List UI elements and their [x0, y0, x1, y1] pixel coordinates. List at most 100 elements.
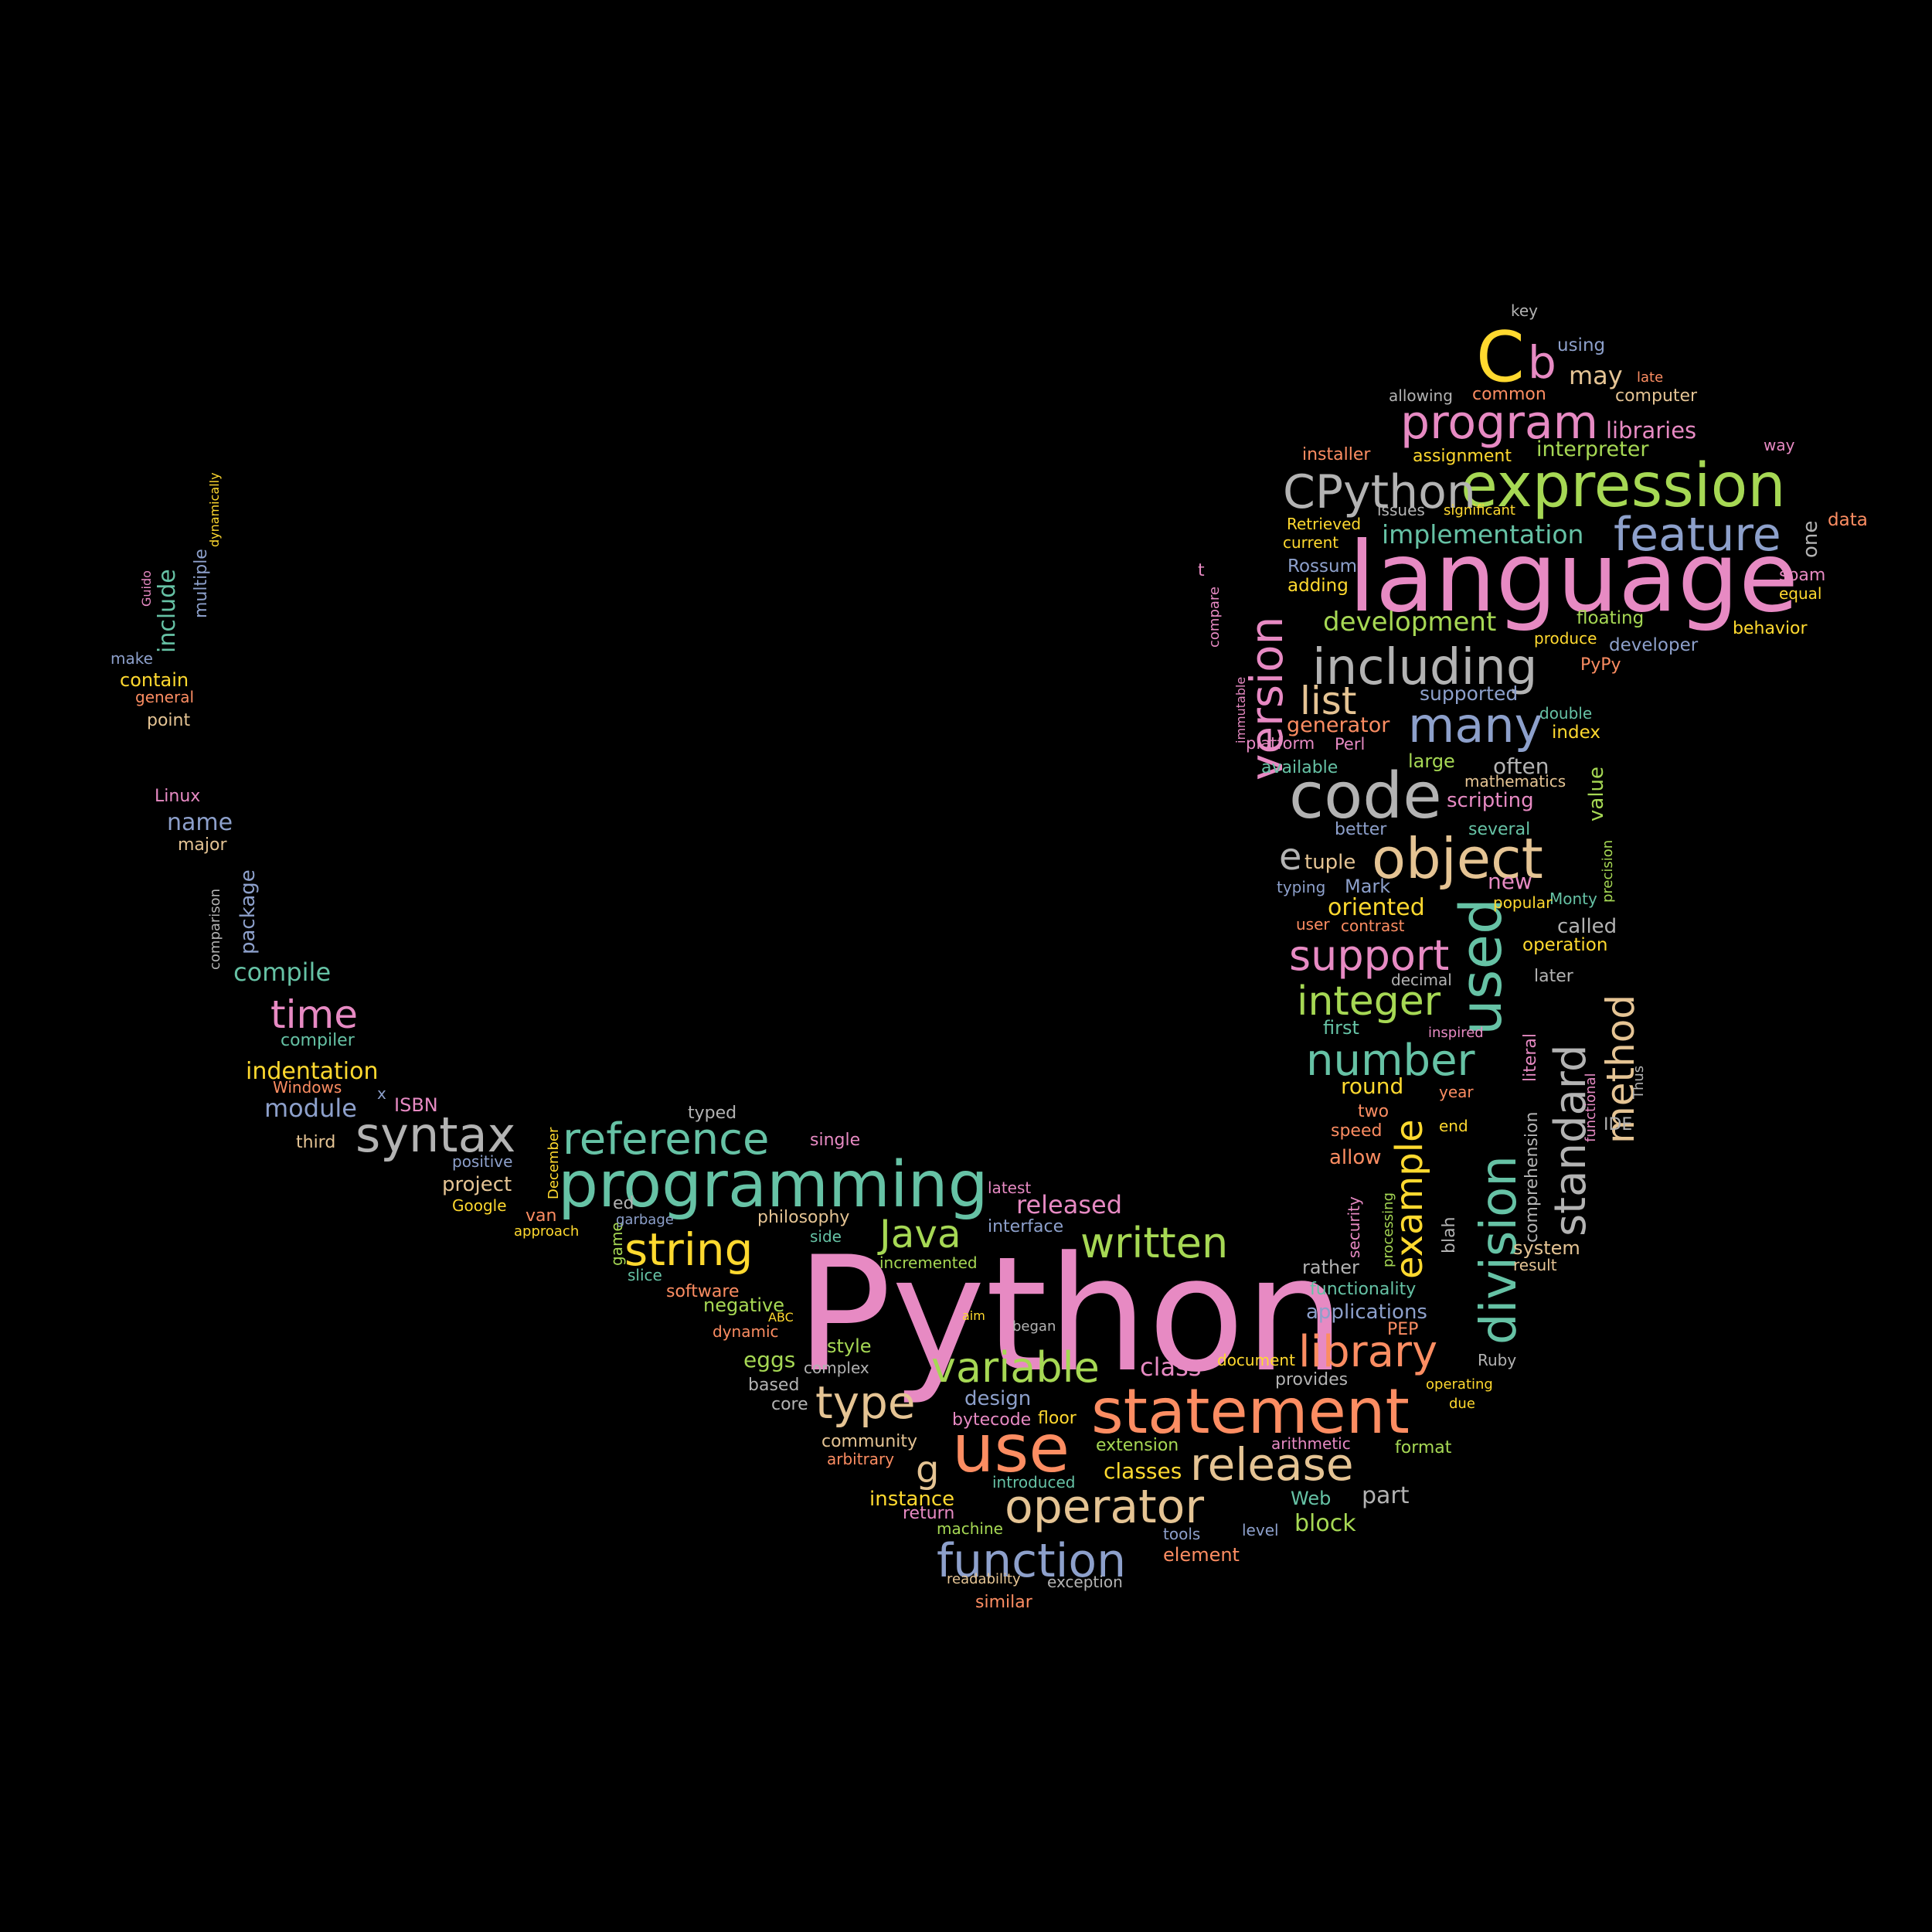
word-java: Java	[879, 1212, 961, 1257]
word-operation: operation	[1522, 935, 1608, 955]
word-behavior: behavior	[1733, 619, 1808, 638]
word-e: e	[1279, 835, 1302, 879]
word-end: end	[1439, 1117, 1468, 1135]
word-comprehension: comprehension	[1522, 1111, 1542, 1243]
word-design: design	[964, 1387, 1032, 1410]
word-functionality: functionality	[1310, 1280, 1417, 1299]
word-tuple: tuple	[1304, 851, 1356, 874]
word-developer: developer	[1609, 635, 1699, 655]
word-computer: computer	[1615, 386, 1698, 406]
word-linux: Linux	[155, 787, 201, 806]
word-project: project	[442, 1173, 512, 1196]
word-ed: ed	[613, 1194, 634, 1213]
word-variable: variable	[931, 1343, 1100, 1392]
word-cloud: Python language expression CPython Cb program…	[0, 0, 1932, 1932]
word-compile: compile	[233, 957, 332, 987]
word-slice: slice	[628, 1266, 662, 1284]
word-equal: equal	[1779, 584, 1822, 603]
word-system: system	[1513, 1237, 1580, 1259]
word-called: called	[1557, 915, 1617, 938]
word-written: written	[1080, 1219, 1229, 1267]
word-allow: allow	[1329, 1146, 1382, 1169]
word-major: major	[178, 835, 227, 855]
word-spam: spam	[1779, 566, 1826, 585]
word-guido: Guido	[139, 570, 154, 607]
word-thus: Thus	[1631, 1065, 1647, 1099]
word-precision: precision	[1600, 839, 1616, 903]
word-side: side	[810, 1227, 842, 1246]
word-incremented: incremented	[879, 1253, 978, 1272]
word-allowing: allowing	[1389, 386, 1453, 405]
word-rather: rather	[1302, 1257, 1359, 1278]
word-indentation: indentation	[246, 1058, 379, 1085]
word-current: current	[1283, 533, 1339, 552]
word-result: result	[1513, 1256, 1557, 1274]
word-module: module	[264, 1094, 357, 1123]
word-installer: installer	[1302, 445, 1371, 464]
word-speed: speed	[1331, 1121, 1383, 1141]
word-point: point	[147, 711, 191, 730]
word-scripting: scripting	[1447, 789, 1534, 812]
word-web: Web	[1291, 1488, 1332, 1509]
word-produce: produce	[1534, 629, 1597, 648]
word-class: class	[1140, 1352, 1202, 1382]
word-core: core	[771, 1395, 808, 1414]
word-time: time	[270, 992, 358, 1037]
word-significant: significant	[1444, 502, 1515, 519]
word-g: g	[916, 1448, 940, 1492]
word-decimal: decimal	[1391, 971, 1452, 989]
word-format: format	[1395, 1438, 1452, 1458]
word-tools: tools	[1163, 1525, 1201, 1543]
word-name: name	[167, 809, 233, 836]
word-typing: typing	[1277, 878, 1326, 896]
word-eggs: eggs	[743, 1347, 796, 1372]
word-compiler: compiler	[281, 1031, 355, 1050]
word-document: document	[1217, 1351, 1295, 1369]
word-floor: floor	[1038, 1409, 1077, 1428]
word-t: t	[1198, 561, 1205, 580]
word-key: key	[1511, 301, 1539, 320]
word-readability: readability	[947, 1571, 1021, 1587]
word-generator: generator	[1287, 713, 1390, 737]
word-contrast: contrast	[1341, 917, 1405, 935]
word-element: element	[1163, 1544, 1240, 1566]
word-complex: complex	[804, 1359, 869, 1377]
word-one: one	[1799, 520, 1822, 558]
word-issues: issues	[1377, 501, 1425, 519]
word-floating: floating	[1577, 608, 1645, 628]
word-mathematics: mathematics	[1464, 772, 1566, 791]
word-x: x	[377, 1084, 386, 1103]
word-level: level	[1242, 1521, 1279, 1539]
word-type: type	[815, 1376, 916, 1429]
word-due: due	[1449, 1396, 1475, 1412]
word-two: two	[1358, 1102, 1389, 1121]
word-similar: similar	[975, 1593, 1032, 1612]
word-implementation: implementation	[1382, 519, 1584, 549]
word-multiple: multiple	[192, 549, 211, 618]
word-index: index	[1552, 723, 1600, 743]
word-ide: IDE	[1604, 1115, 1633, 1134]
word-immutable: immutable	[1233, 676, 1248, 743]
word-value: value	[1585, 766, 1608, 821]
word-block: block	[1294, 1510, 1356, 1537]
word-operating: operating	[1426, 1376, 1493, 1393]
word-classes: classes	[1104, 1458, 1182, 1484]
word-year: year	[1439, 1083, 1474, 1101]
word-based: based	[748, 1376, 800, 1395]
word-many: many	[1408, 697, 1543, 753]
word-arbitrary: arbitrary	[827, 1450, 895, 1468]
word-december: December	[546, 1127, 562, 1199]
word-package: package	[236, 869, 260, 954]
word-monty: Monty	[1549, 889, 1597, 908]
word-instance: instance	[869, 1488, 955, 1511]
word-compare: compare	[1206, 587, 1223, 648]
word-philosophy: philosophy	[757, 1208, 850, 1227]
word-way: way	[1764, 436, 1795, 454]
word-libraries: libraries	[1606, 417, 1697, 444]
word-assignment: assignment	[1413, 447, 1512, 466]
word-third: third	[296, 1133, 336, 1152]
word-adding: adding	[1287, 576, 1349, 596]
word-processing: processing	[1380, 1192, 1396, 1267]
word-introduced: introduced	[992, 1473, 1076, 1492]
word-positive: positive	[452, 1152, 513, 1171]
